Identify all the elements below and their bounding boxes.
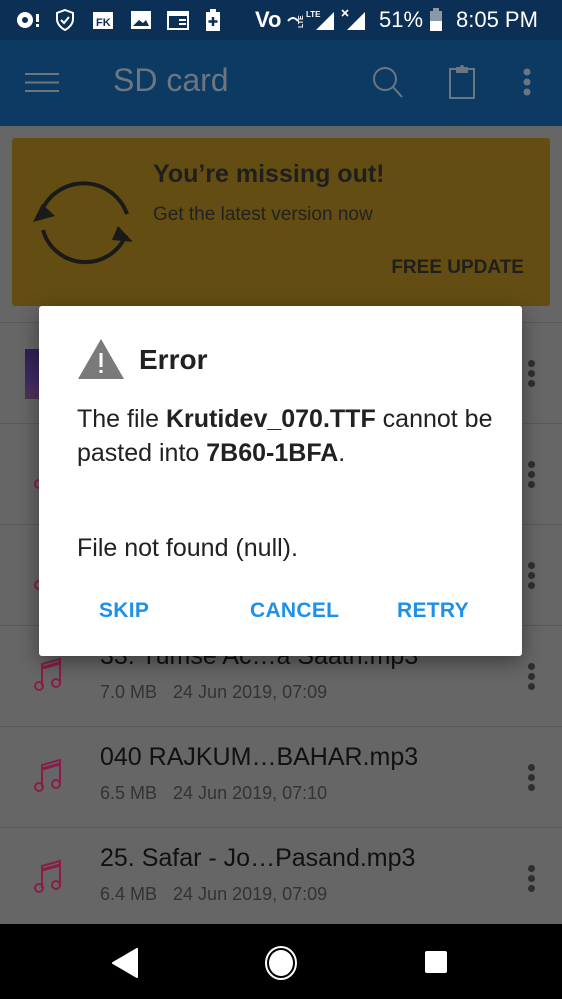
file-meta: 7.0 MB 24 Jun 2019, 07:09	[100, 682, 343, 703]
app-bar: SD card	[0, 40, 562, 126]
list-item[interactable]: 040 RAJKUM…BAHAR.mp3 6.5 MB 24 Jun 2019, …	[0, 726, 562, 827]
file-meta: 6.5 MB 24 Jun 2019, 07:10	[100, 783, 343, 804]
dialog-title: Error	[139, 344, 208, 375]
sync-icon	[28, 172, 133, 281]
more-vert-icon[interactable]	[525, 865, 537, 895]
clock: 8:05 PM	[456, 7, 538, 32]
svg-text:LTE: LTE	[306, 10, 321, 19]
page-title: SD card	[113, 62, 229, 98]
lte-wifi-icon: LTE	[287, 9, 303, 31]
file-date: 24 Jun 2019, 07:10	[173, 783, 328, 803]
svg-text:LTE: LTE	[298, 15, 303, 28]
cancel-button[interactable]: CANCEL	[250, 599, 339, 623]
recents-icon[interactable]	[424, 950, 448, 979]
search-icon[interactable]	[372, 66, 404, 103]
file-size: 6.4 MB	[100, 884, 158, 904]
file-name: 25. Safar - Jo…Pasand.mp3	[100, 844, 416, 872]
free-update-button[interactable]: FREE UPDATE	[391, 257, 524, 279]
lte-signal-icon: LTE	[306, 9, 336, 31]
update-banner[interactable]: You’re missing out! Get the latest versi…	[12, 138, 550, 306]
error-dialog: Error The file Krutidev_070.TTF cannot b…	[39, 306, 522, 656]
music-note-icon	[34, 858, 64, 899]
clipboard-icon[interactable]	[448, 65, 476, 104]
music-note-icon	[34, 757, 64, 798]
more-vert-icon[interactable]	[522, 68, 532, 101]
file-size: 6.5 MB	[100, 783, 158, 803]
file-date: 24 Jun 2019, 07:09	[173, 884, 328, 904]
banner-title: You’re missing out!	[153, 160, 385, 188]
banner-subtitle: Get the latest version now	[153, 204, 373, 225]
battery-percent: 51%	[379, 7, 424, 32]
retry-button[interactable]: RETRY	[397, 599, 469, 623]
destination-name: 7B60-1BFA	[206, 439, 339, 467]
shield-check-icon	[55, 9, 75, 31]
message-suffix: .	[338, 439, 346, 467]
file-name: Krutidev_070.TTF	[165, 405, 376, 433]
file-meta: 6.4 MB 24 Jun 2019, 07:09	[100, 884, 343, 905]
battery-saver-icon	[205, 9, 221, 31]
status-bar: FK Vo LTE LTE 51% 8:05 PM	[0, 0, 562, 40]
message-prefix: The file	[77, 405, 166, 433]
more-vert-icon[interactable]	[525, 562, 537, 592]
record-alert-icon	[16, 9, 42, 31]
battery-icon	[429, 8, 443, 31]
warning-icon	[77, 338, 125, 385]
volte-label: Vo	[255, 7, 282, 32]
error-detail: File not found (null).	[77, 534, 298, 562]
skip-button[interactable]: SKIP	[99, 599, 149, 623]
list-item[interactable]: 25. Safar - Jo…Pasand.mp3 6.4 MB 24 Jun 2…	[0, 827, 562, 928]
more-vert-icon[interactable]	[525, 461, 537, 491]
more-vert-icon[interactable]	[525, 360, 537, 390]
music-note-icon	[34, 656, 64, 697]
fk-app-icon: FK	[92, 9, 114, 31]
gallery-icon	[130, 9, 152, 31]
svg-text:FK: FK	[96, 17, 111, 29]
dialog-message: The file Krutidev_070.TTF cannot be past…	[77, 402, 497, 470]
signal-no-data-icon	[341, 9, 367, 31]
home-icon[interactable]	[264, 945, 298, 986]
file-size: 7.0 MB	[100, 682, 158, 702]
file-date: 24 Jun 2019, 07:09	[173, 682, 328, 702]
more-vert-icon[interactable]	[525, 764, 537, 794]
file-name: 040 RAJKUM…BAHAR.mp3	[100, 743, 419, 771]
calendar-icon	[167, 9, 189, 31]
navigation-bar	[0, 924, 562, 999]
menu-icon[interactable]	[25, 73, 59, 98]
back-icon[interactable]	[112, 948, 138, 983]
more-vert-icon[interactable]	[525, 663, 537, 693]
